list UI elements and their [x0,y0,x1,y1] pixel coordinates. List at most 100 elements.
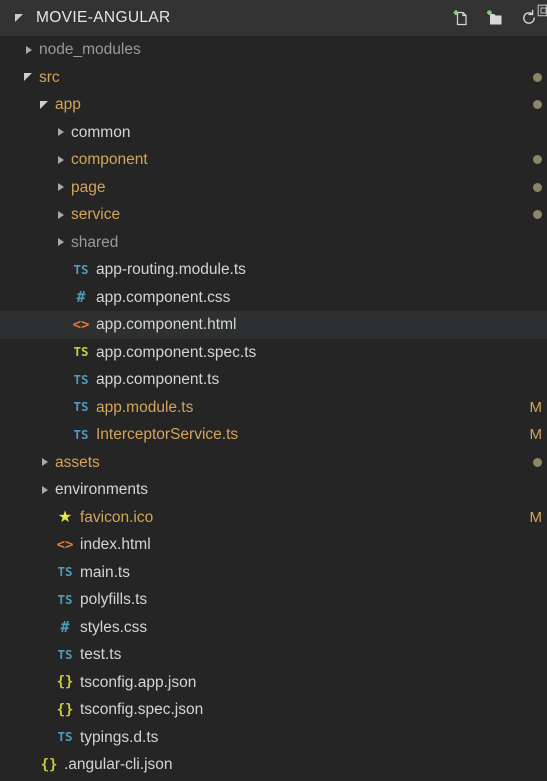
twisty-spacer [54,428,68,442]
file-type-ts-icon: TS [57,564,73,579]
explorer-header-twisty-icon[interactable] [14,11,28,25]
explorer-header[interactable]: MOVIE-ANGULAR [0,0,547,36]
tree-item-label: app.component.css [96,288,231,306]
collapse-all-icon[interactable] [534,0,547,21]
tree-item-label: index.html [80,536,151,553]
twisty-spacer [38,675,52,689]
file-type-ts-icon: TS [73,371,89,387]
file-tree[interactable]: node_modulessrc app common component page ser… [0,36,547,781]
twisty-spacer [38,538,52,552]
tree-file-row[interactable]: TS polyfills.ts [0,586,547,614]
tree-file-row[interactable]: # styles.css [0,614,547,642]
tree-file-row[interactable]: TS app.component.ts [0,366,547,394]
tree-item-label: assets [55,453,100,471]
tree-item-label: node_modules [39,41,141,58]
tree-item-label: app.component.ts [96,371,220,388]
tree-item-label: test.ts [80,646,122,663]
explorer-header-actions [450,4,547,29]
chevron-down-icon[interactable] [22,70,36,84]
tree-file-row[interactable]: TS typings.d.ts [0,724,547,752]
file-type-json-icon: {} [56,701,74,718]
new-folder-icon[interactable] [484,8,505,29]
file-type-ts-icon: TS [73,399,89,414]
tree-item-label: .angular-cli.json [64,756,173,773]
tree-file-row[interactable]: <> index.html [0,531,547,559]
tree-item-label: favicon.ico [80,508,154,526]
tree-folder-row[interactable]: shared [0,229,547,257]
tree-folder-row[interactable]: app [0,91,547,119]
file-type-html-icon: <> [72,316,90,333]
folder-changes-dot-icon [533,210,542,220]
tree-item-label: component [71,151,148,168]
tree-folder-row[interactable]: component [0,146,547,174]
tree-file-row[interactable]: TS InterceptorService.ts M [0,421,547,449]
tree-item-label: app.module.ts [96,398,194,416]
folder-changes-dot-icon [533,155,542,165]
tree-item-label: environments [55,481,149,498]
tree-folder-row[interactable]: environments [0,476,547,504]
twisty-spacer [38,730,52,744]
tree-file-row[interactable]: TS app.component.spec.ts [0,339,547,367]
file-explorer-panel: MOVIE-ANGULAR node_modules src app commo… [0,0,547,781]
tree-item-label: common [71,123,131,141]
file-type-star-icon: ★ [57,507,73,527]
twisty-spacer [38,593,52,607]
twisty-spacer [54,400,68,414]
file-type-css-icon: # [76,287,86,306]
tree-file-row[interactable]: {} .angular-cli.json [0,751,547,779]
tree-file-row[interactable]: TS main.ts [0,559,547,587]
tree-item-label: app.component.html [96,316,237,333]
tree-file-row[interactable]: # app.component.css [0,284,547,312]
tree-file-row[interactable]: {} tsconfig.app.json [0,669,547,697]
twisty-spacer [22,758,36,772]
folder-changes-dot-icon [533,182,542,192]
chevron-right-icon[interactable] [54,208,68,222]
tree-folder-row[interactable]: assets [0,449,547,477]
twisty-spacer [54,373,68,387]
chevron-right-icon[interactable] [38,483,52,497]
chevron-right-icon[interactable] [38,455,52,469]
tree-folder-row[interactable]: page [0,174,547,202]
file-type-html-icon: <> [56,536,74,553]
tree-file-row[interactable]: {} tsconfig.spec.json [0,696,547,724]
chevron-right-icon[interactable] [54,235,68,249]
file-type-json-icon: {} [40,756,58,773]
chevron-right-icon[interactable] [54,125,68,139]
tree-file-row[interactable]: <> app.component.html [0,311,547,339]
twisty-spacer [54,290,68,304]
tree-item-label: typings.d.ts [80,728,159,746]
tree-item-label: app [55,96,81,113]
tree-folder-row[interactable]: service [0,201,547,229]
tree-item-label: shared [71,233,119,251]
tree-file-row[interactable]: TS app-routing.module.ts [0,256,547,284]
new-file-icon[interactable] [450,8,471,29]
tree-item-label: service [71,206,121,223]
workspace-title: MOVIE-ANGULAR [36,9,171,26]
file-type-tsy-icon: TS [73,344,89,359]
chevron-down-icon[interactable] [38,98,52,112]
git-status-badge: M [529,426,543,444]
twisty-spacer [38,703,52,717]
file-type-ts-icon: TS [73,261,89,277]
tree-folder-row[interactable]: node_modules [0,36,547,64]
chevron-right-icon[interactable] [54,153,68,167]
twisty-spacer [54,263,68,277]
tree-folder-row[interactable]: src [0,64,547,92]
tree-file-row[interactable]: TS test.ts [0,641,547,669]
tree-item-label: styles.css [80,618,148,636]
tree-file-row[interactable]: TS app.module.ts M [0,394,547,422]
file-type-ts-icon: TS [57,646,73,662]
twisty-spacer [54,345,68,359]
tree-folder-row[interactable]: common [0,119,547,147]
folder-changes-dot-icon [533,100,542,110]
chevron-right-icon[interactable] [22,43,36,57]
tree-item-label: tsconfig.spec.json [80,701,204,718]
tree-item-label: src [39,68,60,86]
chevron-right-icon[interactable] [54,180,68,194]
tree-item-label: app.component.spec.ts [96,343,257,361]
folder-changes-dot-icon [533,72,542,82]
file-type-ts-icon: TS [73,426,89,442]
folder-changes-dot-icon [533,457,542,467]
tree-item-label: app-routing.module.ts [96,261,246,278]
tree-file-row[interactable]: ★ favicon.ico M [0,504,547,532]
